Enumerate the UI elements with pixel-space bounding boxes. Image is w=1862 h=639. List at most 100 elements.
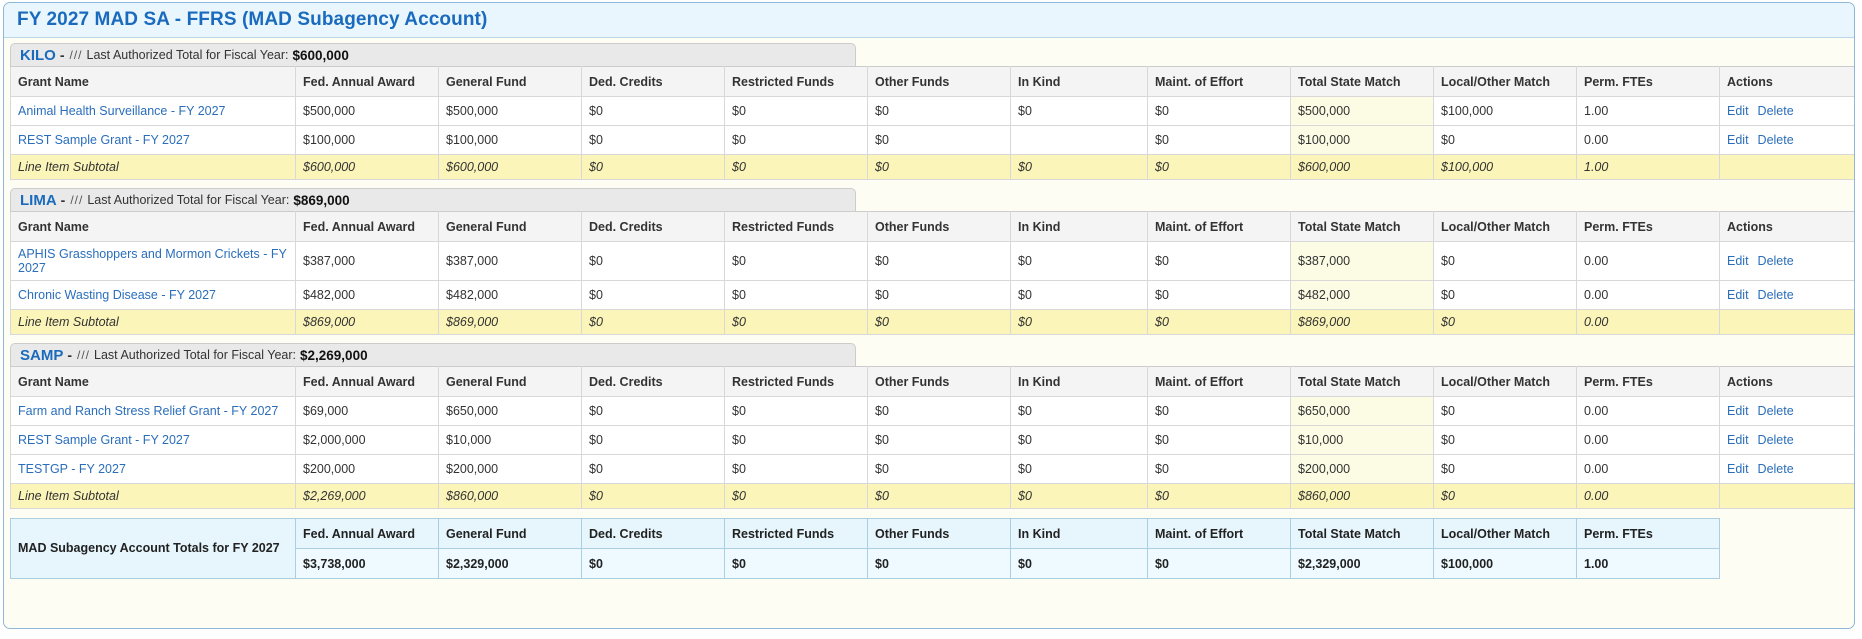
cell-local-other-match: $0 (1433, 125, 1577, 155)
cell-actions: Edit Delete (1719, 96, 1854, 126)
cell-maint-of-effort: $0 (1147, 454, 1291, 484)
grant-name-link[interactable]: REST Sample Grant - FY 2027 (18, 133, 190, 147)
cell-general-fund: $200,000 (438, 454, 582, 484)
delete-link[interactable]: Delete (1758, 404, 1794, 418)
col-actions: Actions (1719, 366, 1854, 397)
col-local-other-match: Local/Other Match (1433, 366, 1577, 397)
edit-link[interactable]: Edit (1727, 104, 1749, 118)
edit-link[interactable]: Edit (1727, 404, 1749, 418)
col-perm-ftes: Perm. FTEs (1576, 66, 1720, 97)
grand-total-general-fund: $2,329,000 (438, 548, 582, 579)
cell-grant-name: Animal Health Surveillance - FY 2027 (10, 96, 296, 126)
cell-in-kind: $0 (1010, 425, 1148, 455)
subtotal-maint-of-effort: $0 (1147, 309, 1291, 335)
cell-total-state-match: $387,000 (1290, 241, 1434, 281)
cell-ded-credits: $0 (581, 125, 725, 155)
subtotal-maint-of-effort: $0 (1147, 154, 1291, 180)
cell-maint-of-effort: $0 (1147, 396, 1291, 426)
subtotal-actions (1719, 483, 1854, 509)
cell-general-fund: $500,000 (438, 96, 582, 126)
delete-link[interactable]: Delete (1758, 104, 1794, 118)
table-row: Animal Health Surveillance - FY 2027 $500… (10, 96, 1854, 126)
col-restricted-funds: Restricted Funds (724, 366, 868, 397)
subtotal-ded-credits: $0 (581, 483, 725, 509)
cell-ded-credits: $0 (581, 454, 725, 484)
edit-link[interactable]: Edit (1727, 288, 1749, 302)
cell-fed-annual-award: $69,000 (295, 396, 439, 426)
grant-name-link[interactable]: Animal Health Surveillance - FY 2027 (18, 104, 226, 118)
cell-other-funds: $0 (867, 96, 1011, 126)
cell-ded-credits: $0 (581, 96, 725, 126)
col-ded-credits: Ded. Credits (581, 66, 725, 97)
cell-local-other-match: $100,000 (1433, 96, 1577, 126)
grant-name-link[interactable]: Chronic Wasting Disease - FY 2027 (18, 288, 216, 302)
col-other-funds: Other Funds (867, 366, 1011, 397)
edit-link[interactable]: Edit (1727, 462, 1749, 476)
cell-total-state-match: $500,000 (1290, 96, 1434, 126)
cell-fed-annual-award: $500,000 (295, 96, 439, 126)
grand-totals-label: MAD Subagency Account Totals for FY 2027 (10, 518, 296, 579)
cell-other-funds: $0 (867, 454, 1011, 484)
table-row: REST Sample Grant - FY 2027 $100,000 $100,… (10, 125, 1854, 155)
delete-link[interactable]: Delete (1758, 462, 1794, 476)
grand-total-perm-ftes: 1.00 (1576, 548, 1720, 579)
col-restricted-funds: Restricted Funds (724, 66, 868, 97)
subtotal-other-funds: $0 (867, 309, 1011, 335)
col-in-kind: In Kind (1010, 366, 1148, 397)
subtotal-perm-ftes: 0.00 (1576, 309, 1720, 335)
section-dash: - (60, 192, 66, 208)
cell-perm-ftes: 0.00 (1576, 396, 1720, 426)
section-lima: LIMA -///Last Authorized Total for Fiscal… (10, 188, 1854, 335)
cell-other-funds: $0 (867, 280, 1011, 310)
delete-link[interactable]: Delete (1758, 288, 1794, 302)
totals-col-fed-annual-award: Fed. Annual Award (295, 518, 439, 549)
cell-perm-ftes: 0.00 (1576, 425, 1720, 455)
totals-col-restricted-funds: Restricted Funds (724, 518, 868, 549)
grant-name-link[interactable]: REST Sample Grant - FY 2027 (18, 433, 190, 447)
table-row: Chronic Wasting Disease - FY 2027 $482,00… (10, 280, 1854, 310)
cell-actions: Edit Delete (1719, 241, 1854, 281)
grant-name-link[interactable]: APHIS Grasshoppers and Mormon Crickets -… (18, 247, 287, 275)
cell-total-state-match: $100,000 (1290, 125, 1434, 155)
last-authorized-label: Last Authorized Total for Fiscal Year: (94, 348, 297, 362)
cell-general-fund: $10,000 (438, 425, 582, 455)
cell-total-state-match: $200,000 (1290, 454, 1434, 484)
col-grant-name: Grant Name (10, 366, 296, 397)
subtotal-general-fund: $860,000 (438, 483, 582, 509)
cell-general-fund: $100,000 (438, 125, 582, 155)
subtotal-maint-of-effort: $0 (1147, 483, 1291, 509)
col-ded-credits: Ded. Credits (581, 211, 725, 242)
cell-actions: Edit Delete (1719, 454, 1854, 484)
edit-link[interactable]: Edit (1727, 433, 1749, 447)
delete-link[interactable]: Delete (1758, 254, 1794, 268)
cell-grant-name: APHIS Grasshoppers and Mormon Crickets -… (10, 241, 296, 281)
col-actions: Actions (1719, 66, 1854, 97)
delete-link[interactable]: Delete (1758, 133, 1794, 147)
grant-name-link[interactable]: Farm and Ranch Stress Relief Grant - FY … (18, 404, 278, 418)
cell-grant-name: REST Sample Grant - FY 2027 (10, 425, 296, 455)
cell-local-other-match: $0 (1433, 241, 1577, 281)
subtotal-row: Line Item Subtotal $869,000 $869,000 $0 $0 $0… (10, 309, 1854, 335)
edit-link[interactable]: Edit (1727, 254, 1749, 268)
totals-col-maint-of-effort: Maint. of Effort (1147, 518, 1291, 549)
cell-total-state-match: $10,000 (1290, 425, 1434, 455)
section-dash: - (59, 47, 65, 63)
table-header-row: Grant Name Fed. Annual Award General Fund D… (10, 211, 1854, 242)
last-authorized-amount: $600,000 (292, 47, 349, 63)
edit-link[interactable]: Edit (1727, 133, 1749, 147)
subtotal-perm-ftes: 0.00 (1576, 483, 1720, 509)
subtotal-actions (1719, 154, 1854, 180)
col-restricted-funds: Restricted Funds (724, 211, 868, 242)
col-maint-of-effort: Maint. of Effort (1147, 366, 1291, 397)
cell-other-funds: $0 (867, 241, 1011, 281)
totals-col-in-kind: In Kind (1010, 518, 1148, 549)
table-header-row: Grant Name Fed. Annual Award General Fund D… (10, 366, 1854, 397)
page-title: FY 2027 MAD SA - FFRS (MAD Subagency Acc… (4, 3, 1854, 38)
delete-link[interactable]: Delete (1758, 433, 1794, 447)
grant-name-link[interactable]: TESTGP - FY 2027 (18, 462, 126, 476)
section-dash: - (67, 347, 73, 363)
cell-actions: Edit Delete (1719, 125, 1854, 155)
totals-col-perm-ftes: Perm. FTEs (1576, 518, 1720, 549)
